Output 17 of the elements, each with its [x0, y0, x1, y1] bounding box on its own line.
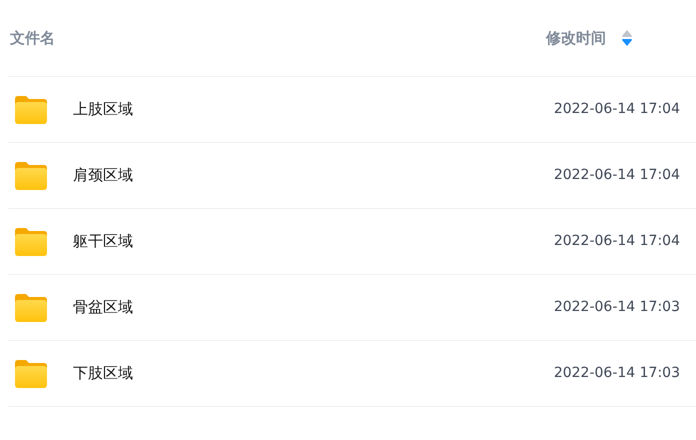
file-name[interactable]: 躯干区域 — [73, 230, 554, 253]
file-name[interactable]: 上肢区域 — [73, 98, 554, 121]
file-name[interactable]: 下肢区域 — [73, 362, 554, 385]
modified-time: 2022-06-14 17:03 — [554, 298, 680, 317]
folder-icon — [14, 226, 48, 256]
file-name[interactable]: 肩颈区域 — [73, 164, 554, 187]
folder-icon — [14, 292, 48, 322]
folder-icon — [14, 94, 48, 124]
modified-time: 2022-06-14 17:03 — [554, 364, 680, 383]
column-header: 文件名 — [10, 28, 55, 49]
sort-icon[interactable] — [622, 30, 632, 46]
modified-time: 2022-06-14 17:04 — [554, 232, 680, 251]
file-name[interactable]: 骨盆区域 — [73, 296, 554, 319]
folder-icon — [14, 160, 48, 190]
modified-time: 2022-06-14 17:04 — [554, 166, 680, 185]
modified-time: 2022-06-14 17:04 — [554, 100, 680, 119]
folder-icon — [14, 358, 48, 388]
